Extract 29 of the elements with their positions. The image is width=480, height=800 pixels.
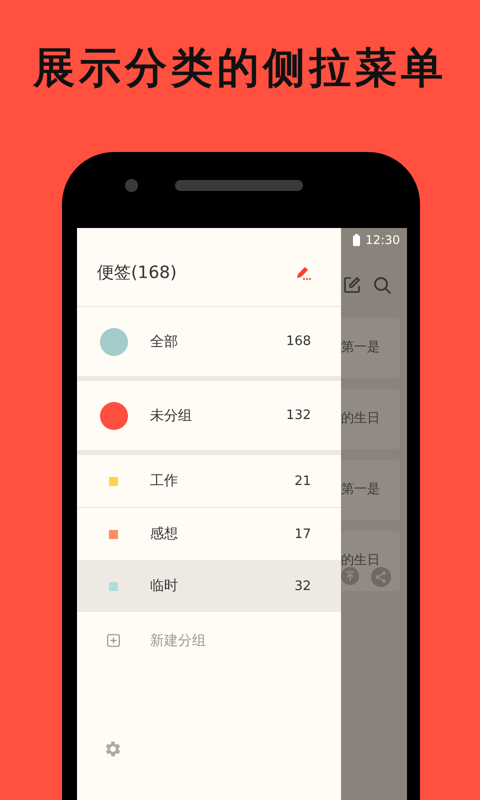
note-text: 的生日 [341,411,380,426]
category-label: 临时 [150,577,179,595]
headline: 展示分类的侧拉菜单 [33,42,447,94]
category-label: 工作 [150,472,179,490]
note-text: 的生日 [341,553,380,568]
battery-icon [353,234,360,246]
category-label: 未分组 [150,406,193,424]
add-box-icon [107,634,120,647]
category-count: 132 [286,408,311,423]
category-count: 32 [294,578,311,594]
note-text: 第一是 [341,340,380,355]
category-count: 168 [286,334,311,349]
category-item[interactable]: 未分组 132 [77,381,341,450]
search-icon[interactable] [373,276,392,294]
category-item[interactable]: 感想 17 [77,508,341,560]
category-count: 17 [294,526,311,542]
edit-icon[interactable] [343,276,361,294]
category-label: 感想 [150,525,179,543]
drawer-title: 便签(168) [97,262,177,284]
category-item[interactable]: 工作 21 [77,455,341,507]
camera-icon [125,178,138,192]
status-time: 12:30 [365,233,400,247]
category-item[interactable]: 临时 32 [77,560,341,612]
pencil-icon[interactable] [295,264,311,280]
category-item[interactable]: 全部 168 [77,307,341,376]
settings-icon[interactable] [103,739,123,759]
category-count: 21 [294,474,311,488]
category-label: 全部 [150,332,179,350]
note-text: 第一是 [341,482,380,497]
